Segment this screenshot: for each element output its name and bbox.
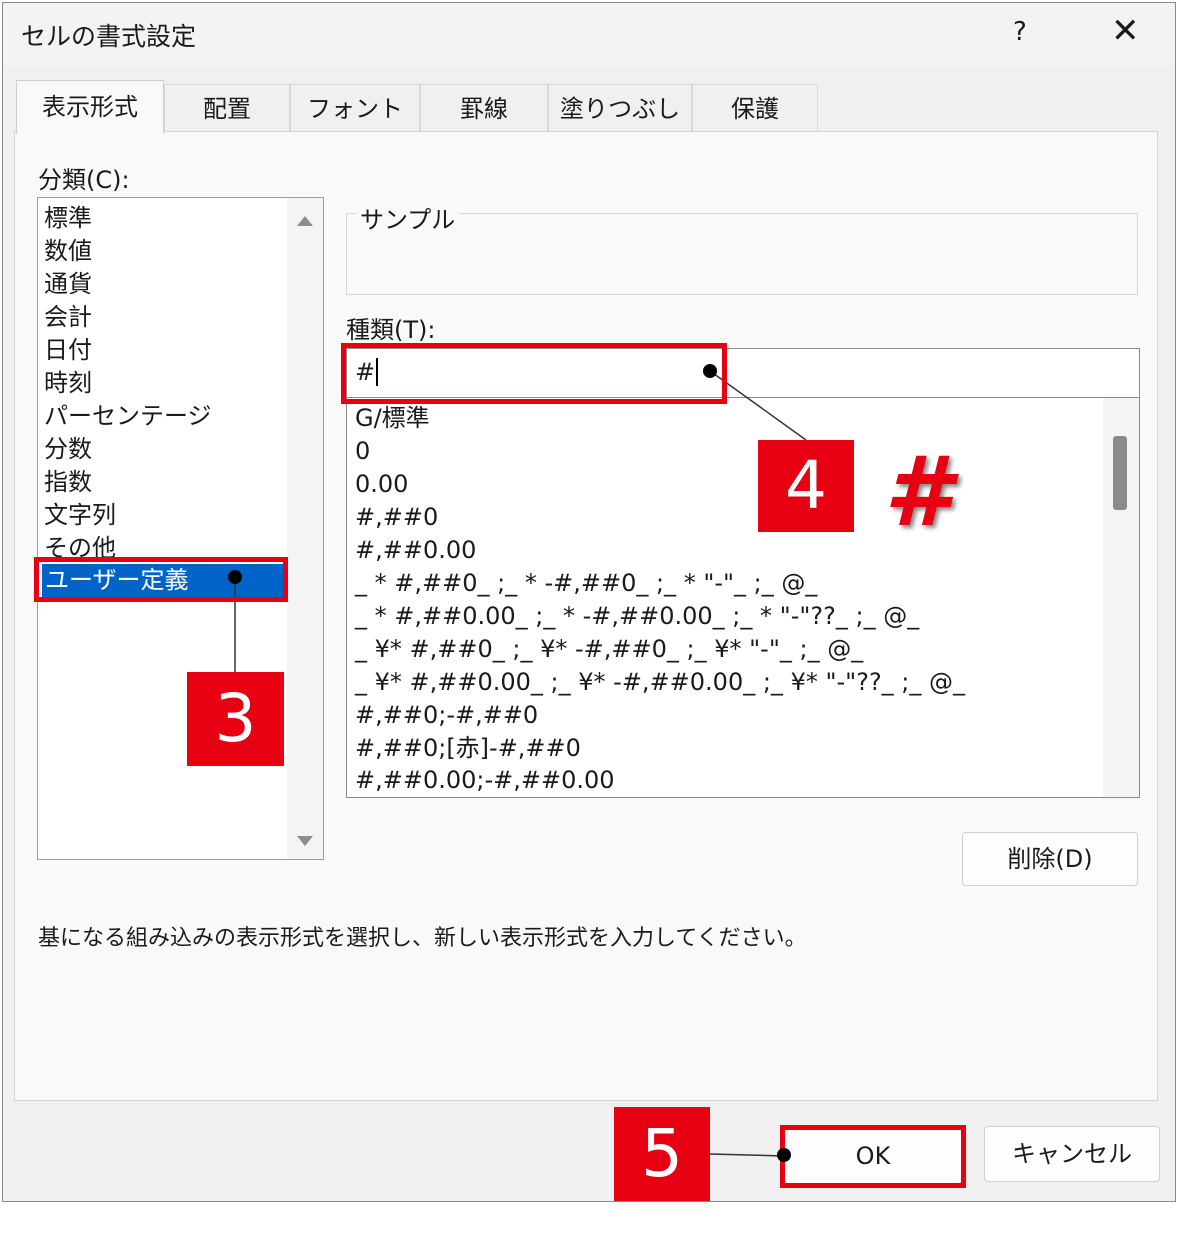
hash-annotation: # <box>884 436 951 548</box>
tab-number[interactable]: 表示形式 <box>16 80 164 134</box>
annotation-lines <box>234 370 807 1157</box>
highlight-custom-category <box>34 557 288 602</box>
highlight-ok-button <box>780 1125 966 1188</box>
marker-dot-5 <box>777 1148 791 1162</box>
step-badge-4: 4 <box>758 440 854 532</box>
step-badge-3: 3 <box>187 672 284 766</box>
step-badge-5: 5 <box>614 1107 710 1201</box>
marker-dot-4 <box>703 364 717 378</box>
marker-dot-3 <box>228 570 242 584</box>
highlight-type-input <box>341 343 727 404</box>
